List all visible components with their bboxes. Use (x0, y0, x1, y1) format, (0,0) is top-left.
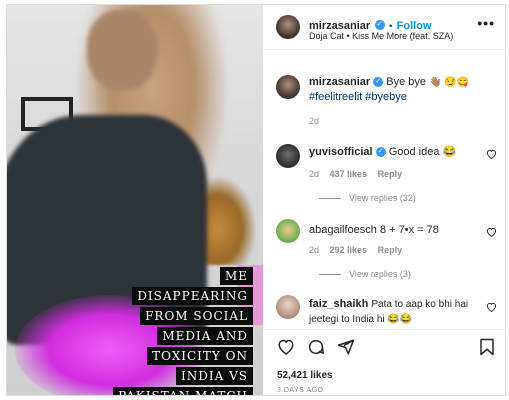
heart-icon[interactable] (486, 149, 497, 162)
comment-time: 2d (309, 169, 320, 179)
overlay-line: TOXICITY ON (147, 347, 253, 365)
bookmark-icon[interactable] (479, 338, 495, 361)
overlay-line: FROM SOCIAL (140, 307, 253, 325)
post-age: 3 DAYS AGO (277, 387, 324, 394)
caption-hashtags[interactable]: #feelitreelit #byebye (309, 91, 407, 103)
song-label[interactable]: Doja Cat • Kiss Me More (feat. SZA) (309, 31, 453, 41)
comment-likes[interactable]: 437 likes (330, 169, 368, 179)
divider (319, 273, 341, 275)
caption-block: mirzasaniar ✓ Bye bye 👋🏽 😏😋 #feelitreeli… (309, 75, 499, 104)
view-replies-button[interactable]: View replies (3) (319, 269, 411, 279)
caption-emojis: 👋🏽 😏😋 (429, 77, 470, 88)
overlay-line: ME (219, 267, 253, 285)
more-options-icon[interactable]: ••• (477, 15, 495, 31)
caption-time: 2d (309, 116, 320, 126)
post-header: mirzasaniar ✓ • Follow Doja Cat • Kiss M… (263, 5, 505, 50)
comment-row: faiz_shaikh Pata to aap ko bhi hai jeete… (309, 297, 494, 327)
post-frame: ME DISAPPEARING FROM SOCIAL MEDIA AND TO… (6, 4, 506, 396)
overlay-line: PAKISTAN MATCH (113, 387, 253, 395)
overlay-line: DISAPPEARING (132, 287, 253, 305)
media-overlay-text: ME DISAPPEARING FROM SOCIAL MEDIA AND TO… (108, 267, 253, 395)
caption-username[interactable]: mirzasaniar (309, 76, 370, 88)
comment-avatar[interactable] (276, 144, 300, 168)
divider (319, 197, 341, 199)
comment-meta: 2d 437 likes Reply (309, 169, 402, 179)
comment-row: yuvisofficial ✓ Good idea 😂 (309, 145, 456, 159)
post-panel: mirzasaniar ✓ • Follow Doja Cat • Kiss M… (263, 5, 505, 395)
view-replies-label: View replies (3) (349, 269, 411, 279)
heart-icon[interactable] (486, 302, 497, 315)
heart-icon[interactable] (486, 227, 497, 240)
overlay-line: MEDIA AND (157, 327, 253, 345)
view-replies-label: View replies (32) (349, 193, 416, 203)
comment-row: abagailfoesch 8 + 7•x = 78 (309, 223, 439, 237)
heart-icon[interactable] (277, 338, 295, 360)
comment-text: Good idea 😂 (388, 146, 457, 158)
share-icon[interactable] (337, 338, 355, 361)
comment-icon[interactable] (307, 338, 325, 361)
comment-likes[interactable]: 292 likes (330, 245, 368, 255)
comment-username[interactable]: yuvisofficial (309, 146, 373, 158)
comment-username[interactable]: abagailfoesch (309, 224, 377, 236)
post-actions: 52,421 likes 3 DAYS AGO (263, 329, 505, 395)
comment-text: 8 + 7•x = 78 (379, 224, 439, 236)
comment-time: 2d (309, 245, 320, 255)
comment-avatar[interactable] (276, 295, 300, 319)
verified-badge-icon: ✓ (375, 147, 386, 158)
reply-button[interactable]: Reply (378, 245, 403, 255)
overlay-line: INDIA VS (176, 367, 253, 385)
comment-username[interactable]: faiz_shaikh (309, 298, 368, 310)
likes-count[interactable]: 52,421 likes (277, 370, 333, 381)
caption-avatar[interactable] (276, 75, 300, 99)
comment-meta: 2d 292 likes Reply (309, 245, 402, 255)
comment-avatar[interactable] (276, 219, 300, 243)
reply-button[interactable]: Reply (378, 169, 403, 179)
view-replies-button[interactable]: View replies (32) (319, 193, 416, 203)
post-media[interactable]: ME DISAPPEARING FROM SOCIAL MEDIA AND TO… (7, 5, 263, 395)
author-avatar[interactable] (276, 15, 300, 39)
media-face (87, 10, 157, 90)
verified-badge-icon: ✓ (373, 77, 384, 88)
caption-text: Bye bye (386, 76, 427, 88)
verified-badge-icon: ✓ (374, 19, 385, 30)
header-separator: • (389, 21, 393, 31)
